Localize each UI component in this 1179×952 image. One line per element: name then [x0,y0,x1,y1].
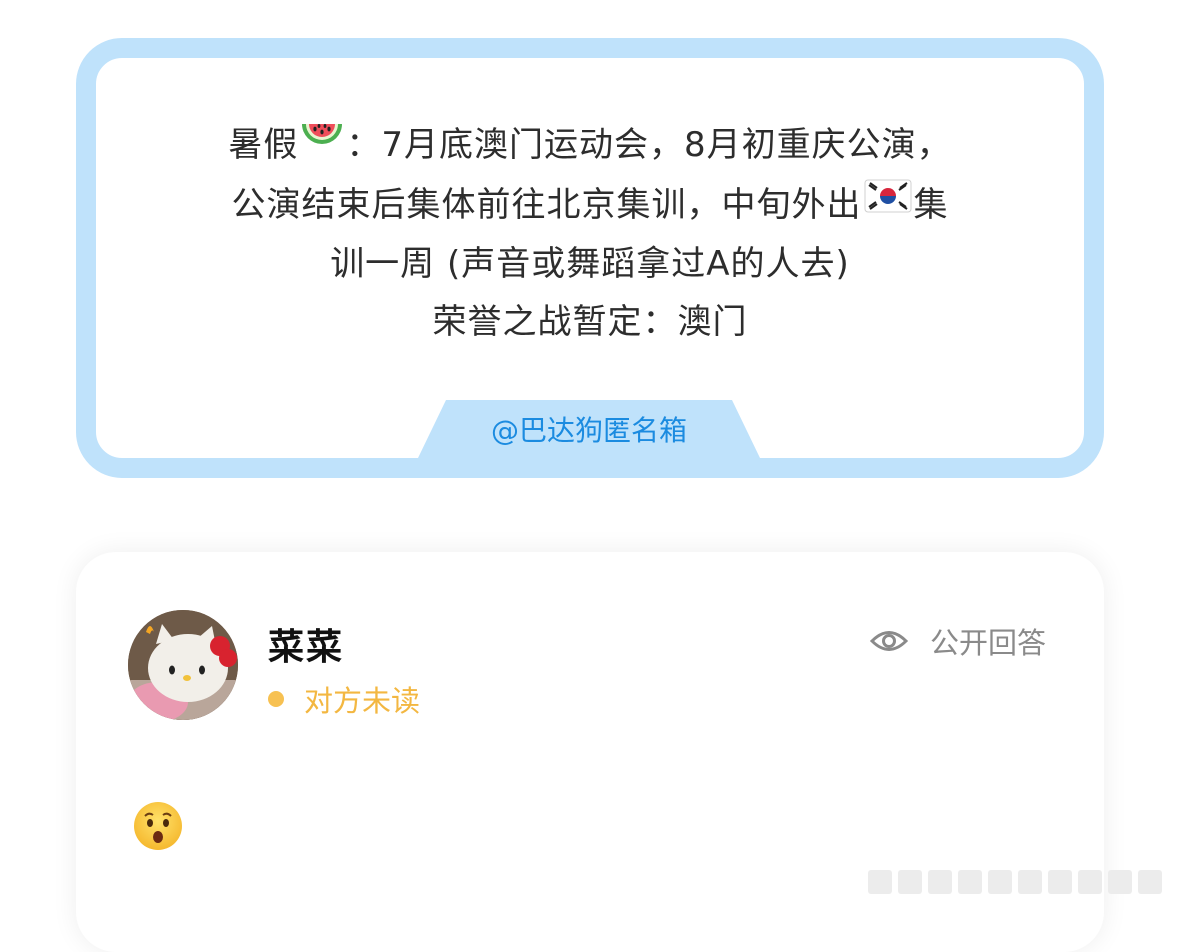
question-line-2-end: 集 [913,184,949,225]
question-line-1: 暑假 ：7月底澳门运动会，8月初重庆公演， [136,116,1044,176]
watermelon-icon [300,114,344,172]
read-status: 对方未读 [268,678,420,720]
eye-icon [869,631,908,651]
question-line-3: 训一周 (声音或舞蹈拿过A的人去) [330,244,850,284]
user-name[interactable]: 菜菜 [268,618,344,670]
question-text: 暑假 ：7月底澳门运动会，8月初重庆公演， 公演结束后集体前往北京集训，中旬外出 [136,116,1044,351]
question-line-1-end: ：7月底澳门运动会，8月初重庆公演， [346,125,952,165]
question-line-1-start: 暑假 [228,125,299,165]
watermark [868,862,1174,902]
source-tag[interactable]: @巴达狗匿名箱 [418,400,760,458]
status-dot-icon [268,691,284,707]
avatar[interactable] [128,610,238,720]
question-line-4: 荣誉之战暂定：澳门 [432,302,748,342]
question-line-2-start: 公演结束后集体前往北京集训，中旬外出 [231,184,862,225]
visibility-indicator: 公开回答 [869,620,1046,662]
hushed-face-icon [132,800,184,856]
question-line-2: 公演结束后集体前往北京集训，中旬外出 集 [136,176,1044,236]
read-status-label: 对方未读 [304,684,421,718]
question-card: 暑假 ：7月底澳门运动会，8月初重庆公演， 公演结束后集体前往北京集训，中旬外出 [76,38,1104,478]
korea-flag-icon [864,173,912,231]
visibility-label: 公开回答 [929,626,1046,660]
